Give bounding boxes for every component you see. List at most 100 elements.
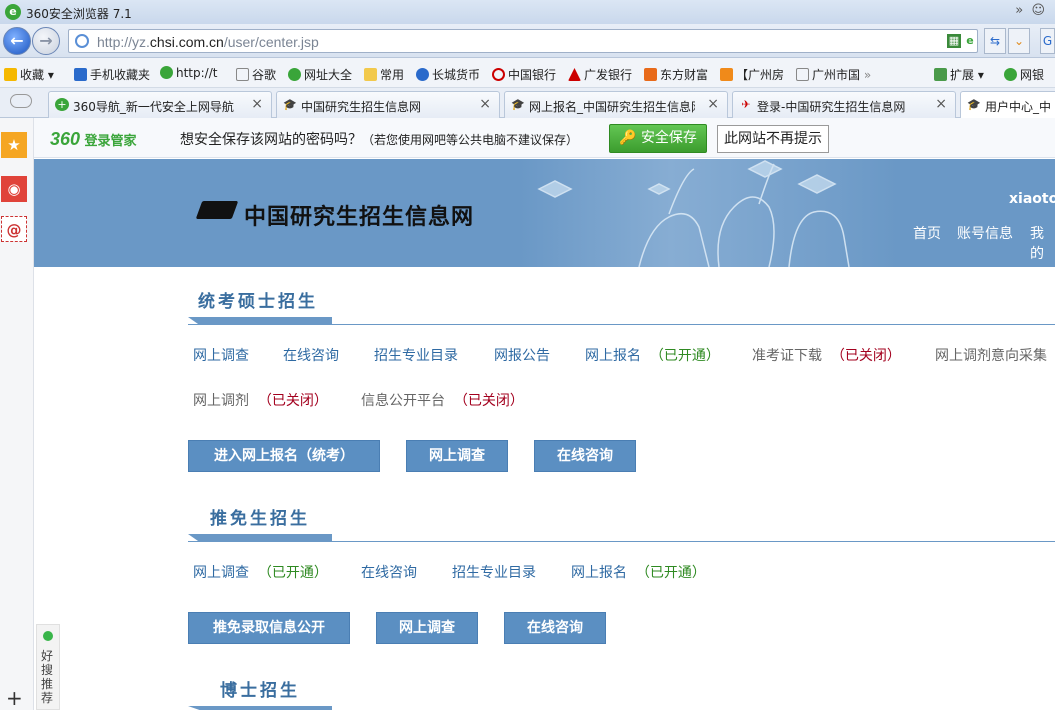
weibo-icon[interactable]: ◉ — [1, 176, 27, 202]
survey-button[interactable]: 网上调查 — [376, 612, 478, 644]
user-icon[interactable]: ☺ — [1031, 3, 1045, 18]
browser-tab[interactable]: 🎓 中国研究生招生信息网 × — [276, 91, 500, 118]
cap-icon: 🎓 — [511, 98, 525, 111]
favorites-item[interactable]: 常用 — [364, 66, 404, 83]
shield-icon — [1004, 68, 1017, 81]
mail-icon[interactable]: @ — [1, 216, 27, 242]
status-open: （已开通） — [635, 565, 706, 581]
link-adjustment[interactable]: 网上调剂 （已关闭） — [193, 390, 328, 410]
favorites-item[interactable]: 【广州房 — [720, 66, 784, 83]
search-engine-icon[interactable]: G — [1040, 28, 1055, 54]
window-title: 360安全浏览器 7.1 — [26, 7, 132, 21]
username: xiaoton — [1009, 191, 1055, 207]
link-registration[interactable]: 网上报名 （已开通） — [585, 345, 720, 365]
section-tab-marker — [188, 534, 332, 542]
browser-tab[interactable]: +360导航_新一代安全上网导航 × — [48, 91, 272, 118]
key-icon: 🔑 — [619, 130, 637, 146]
password-prompt: 想安全保存该网站的密码吗？（若您使用网吧等公共电脑不建议保存） — [180, 132, 579, 148]
star-icon — [4, 68, 17, 81]
tab-bar: +360导航_新一代安全上网导航 × 🎓 中国研究生招生信息网 × 🎓 网上报名_中国研… — [0, 88, 1055, 118]
never-remind-button[interactable]: 此网站不再提示 — [717, 125, 829, 153]
link-info-platform[interactable]: 信息公开平台 （已关闭） — [361, 390, 524, 410]
nav-account-info[interactable]: 账号信息 — [957, 223, 1013, 243]
password-manager-logo: 360 登录管家 — [50, 129, 137, 149]
favorites-item[interactable]: http://t — [160, 66, 217, 80]
favorites-item[interactable]: 收藏 ▾ — [4, 66, 54, 83]
url-text[interactable]: http://yz.chsi.com.cn/user/center.jsp — [97, 34, 319, 50]
section-tab-marker — [188, 706, 332, 710]
favorites-item[interactable]: 扩展 ▾ — [934, 66, 984, 83]
status-open: （已开通） — [649, 348, 720, 364]
cap-icon: 🎓 — [967, 98, 981, 111]
favorites-item[interactable]: 长城货币 — [416, 66, 480, 83]
add-icon[interactable]: + — [6, 686, 23, 710]
cloud-icon[interactable] — [10, 94, 32, 108]
plus-icon — [160, 66, 173, 79]
link-survey[interactable]: 网上调查 — [193, 345, 249, 365]
status-open: （已开通） — [257, 565, 328, 581]
forward-button[interactable]: → — [32, 27, 60, 55]
status-closed: （已关闭） — [830, 348, 901, 364]
haosou-recommend[interactable]: 好搜推荐 — [36, 624, 60, 710]
graduation-cap-logo-icon — [195, 201, 239, 219]
left-sidebar: ★ ◉ @ — [0, 118, 34, 710]
cap-icon: ✈ — [741, 98, 751, 111]
nav-mine[interactable]: 我的 — [1030, 223, 1055, 263]
consult-button[interactable]: 在线咨询 — [504, 612, 606, 644]
favorites-item[interactable]: 广州市国 » — [796, 66, 871, 83]
section-title-recommend: 推免生招生 — [210, 509, 310, 529]
plus-icon: + — [55, 98, 69, 111]
back-button[interactable]: ← — [3, 27, 31, 55]
favorites-item[interactable]: 中国银行 — [492, 66, 556, 83]
link-catalog[interactable]: 招生专业目录 — [452, 562, 536, 582]
folder-icon — [364, 68, 377, 81]
bank-icon — [568, 68, 581, 81]
link-consult[interactable]: 在线咨询 — [361, 562, 417, 582]
favorites-item[interactable]: 东方财富 — [644, 66, 708, 83]
refresh-engine-icon[interactable]: e — [963, 34, 977, 48]
link-consult[interactable]: 在线咨询 — [283, 345, 339, 365]
favorites-item[interactable]: 谷歌 — [236, 66, 276, 83]
status-closed: （已关闭） — [453, 393, 524, 409]
status-closed: （已关闭） — [257, 393, 328, 409]
grid-icon — [934, 68, 947, 81]
favorites-bar: 收藏 ▾ 手机收藏夹 http://t 谷歌 网址大全 常用 长城货币 中国银行… — [0, 58, 1055, 88]
link-admission-ticket[interactable]: 准考证下载 （已关闭） — [752, 345, 901, 365]
link-adjust-intent[interactable]: 网上调剂意向采集 — [935, 345, 1047, 365]
nav-home[interactable]: 首页 — [913, 223, 941, 243]
close-icon[interactable]: × — [935, 96, 947, 112]
consult-button[interactable]: 在线咨询 — [534, 440, 636, 472]
page-icon — [796, 68, 809, 81]
star-icon[interactable]: ★ — [1, 132, 27, 158]
address-bar[interactable]: http://yz.chsi.com.cn/user/center.jsp ▦ … — [68, 29, 978, 53]
dropdown-icon[interactable]: ⌄ — [1008, 28, 1030, 54]
enter-registration-button[interactable]: 进入网上报名（统考） — [188, 440, 380, 472]
favorites-item[interactable]: 广发银行 — [568, 66, 632, 83]
favorites-item[interactable]: 网银 — [1004, 66, 1044, 83]
titlebar-controls[interactable]: » ☺ — [1015, 3, 1045, 18]
browser-tab[interactable]: ✈ 登录-中国研究生招生信息网 × — [732, 91, 956, 118]
plus-icon — [288, 68, 301, 81]
close-icon[interactable]: × — [707, 96, 719, 112]
address-toolbar: ← → http://yz.chsi.com.cn/user/center.js… — [0, 24, 1055, 58]
link-announcement[interactable]: 网报公告 — [494, 345, 550, 365]
browser-tab[interactable]: 🎓 网上报名_中国研究生招生信息网 × — [504, 91, 728, 118]
refresh-icon[interactable]: ⇆ — [984, 28, 1006, 54]
site-name: 中国研究生招生信息网 — [244, 205, 475, 230]
browser-tab-active[interactable]: 🎓 用户中心_中 — [960, 91, 1055, 118]
close-icon[interactable]: × — [251, 96, 263, 112]
save-password-button[interactable]: 🔑 安全保存 — [609, 124, 707, 153]
admission-info-button[interactable]: 推免录取信息公开 — [188, 612, 350, 644]
password-save-bar: 360 登录管家 想安全保存该网站的密码吗？（若您使用网吧等公共电脑不建议保存）… — [34, 118, 1055, 158]
favorites-item[interactable]: 手机收藏夹 — [74, 66, 150, 83]
house-icon — [720, 68, 733, 81]
status-dot-icon — [43, 631, 53, 641]
close-icon[interactable]: × — [479, 96, 491, 112]
link-survey[interactable]: 网上调查 （已开通） — [193, 562, 328, 582]
survey-button[interactable]: 网上调查 — [406, 440, 508, 472]
link-catalog[interactable]: 招生专业目录 — [374, 345, 458, 365]
qrcode-icon[interactable]: ▦ — [947, 34, 961, 48]
favorites-item[interactable]: 网址大全 — [288, 66, 352, 83]
link-registration[interactable]: 网上报名 （已开通） — [571, 562, 706, 582]
phone-icon — [74, 68, 87, 81]
